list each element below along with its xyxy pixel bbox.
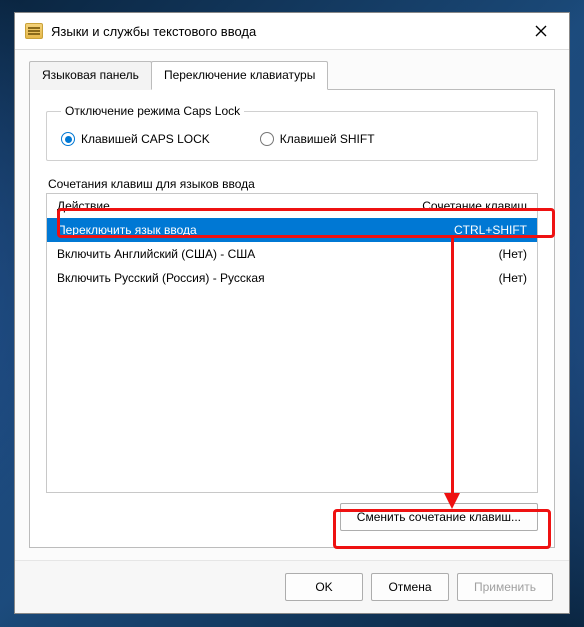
row-key: (Нет)	[417, 271, 527, 285]
radio-shift-label: Клавишей SHIFT	[280, 132, 375, 146]
radio-dot-icon	[61, 132, 75, 146]
titlebar: Языки и службы текстового ввода	[15, 13, 569, 50]
change-hotkey-button[interactable]: Сменить сочетание клавиш...	[340, 503, 538, 531]
close-icon	[535, 25, 547, 37]
ok-button[interactable]: OK	[285, 573, 363, 601]
cancel-button[interactable]: Отмена	[371, 573, 449, 601]
radio-capslock[interactable]: Клавишей CAPS LOCK	[61, 132, 210, 146]
radio-dot-icon	[260, 132, 274, 146]
capslock-fieldset: Отключение режима Caps Lock Клавишей CAP…	[46, 104, 538, 161]
hdr-key: Сочетание клавиш	[417, 199, 527, 213]
dialog-footer: OK Отмена Применить	[15, 560, 569, 613]
dialog-window: Языки и службы текстового ввода Языковая…	[14, 12, 570, 614]
hotkeys-group-label: Сочетания клавиш для языков ввода	[46, 177, 538, 191]
hotkeys-row[interactable]: Включить Английский (США) - США (Нет)	[47, 242, 537, 266]
hotkeys-list-header: Действие Сочетание клавиш	[47, 194, 537, 218]
row-action: Включить Русский (Россия) - Русская	[57, 271, 417, 285]
capslock-legend: Отключение режима Caps Lock	[61, 104, 244, 118]
client-area: Языковая панель Переключение клавиатуры …	[15, 50, 569, 560]
change-button-row: Сменить сочетание клавиш...	[46, 503, 538, 531]
row-action: Включить Английский (США) - США	[57, 247, 417, 261]
apply-button[interactable]: Применить	[457, 573, 553, 601]
hotkeys-list[interactable]: Действие Сочетание клавиш Переключить яз…	[46, 193, 538, 493]
hdr-action: Действие	[57, 199, 417, 213]
row-key: CTRL+SHIFT	[417, 223, 527, 237]
hotkeys-row[interactable]: Переключить язык ввода CTRL+SHIFT	[47, 218, 537, 242]
radio-capslock-label: Клавишей CAPS LOCK	[81, 132, 210, 146]
row-action: Переключить язык ввода	[57, 223, 417, 237]
capslock-options: Клавишей CAPS LOCK Клавишей SHIFT	[61, 128, 523, 146]
row-key: (Нет)	[417, 247, 527, 261]
list-empty-area	[47, 290, 537, 492]
keyboard-icon	[25, 23, 43, 39]
tab-keyboard-switching[interactable]: Переключение клавиатуры	[151, 61, 328, 90]
close-button[interactable]	[519, 13, 563, 49]
tab-strip: Языковая панель Переключение клавиатуры	[29, 61, 555, 90]
radio-shift[interactable]: Клавишей SHIFT	[260, 132, 375, 146]
window-title: Языки и службы текстового ввода	[51, 24, 519, 39]
hotkeys-row[interactable]: Включить Русский (Россия) - Русская (Нет…	[47, 266, 537, 290]
hotkeys-group: Сочетания клавиш для языков ввода Действ…	[46, 177, 538, 531]
tab-language-panel[interactable]: Языковая панель	[29, 61, 152, 90]
tab-body: Отключение режима Caps Lock Клавишей CAP…	[29, 89, 555, 548]
